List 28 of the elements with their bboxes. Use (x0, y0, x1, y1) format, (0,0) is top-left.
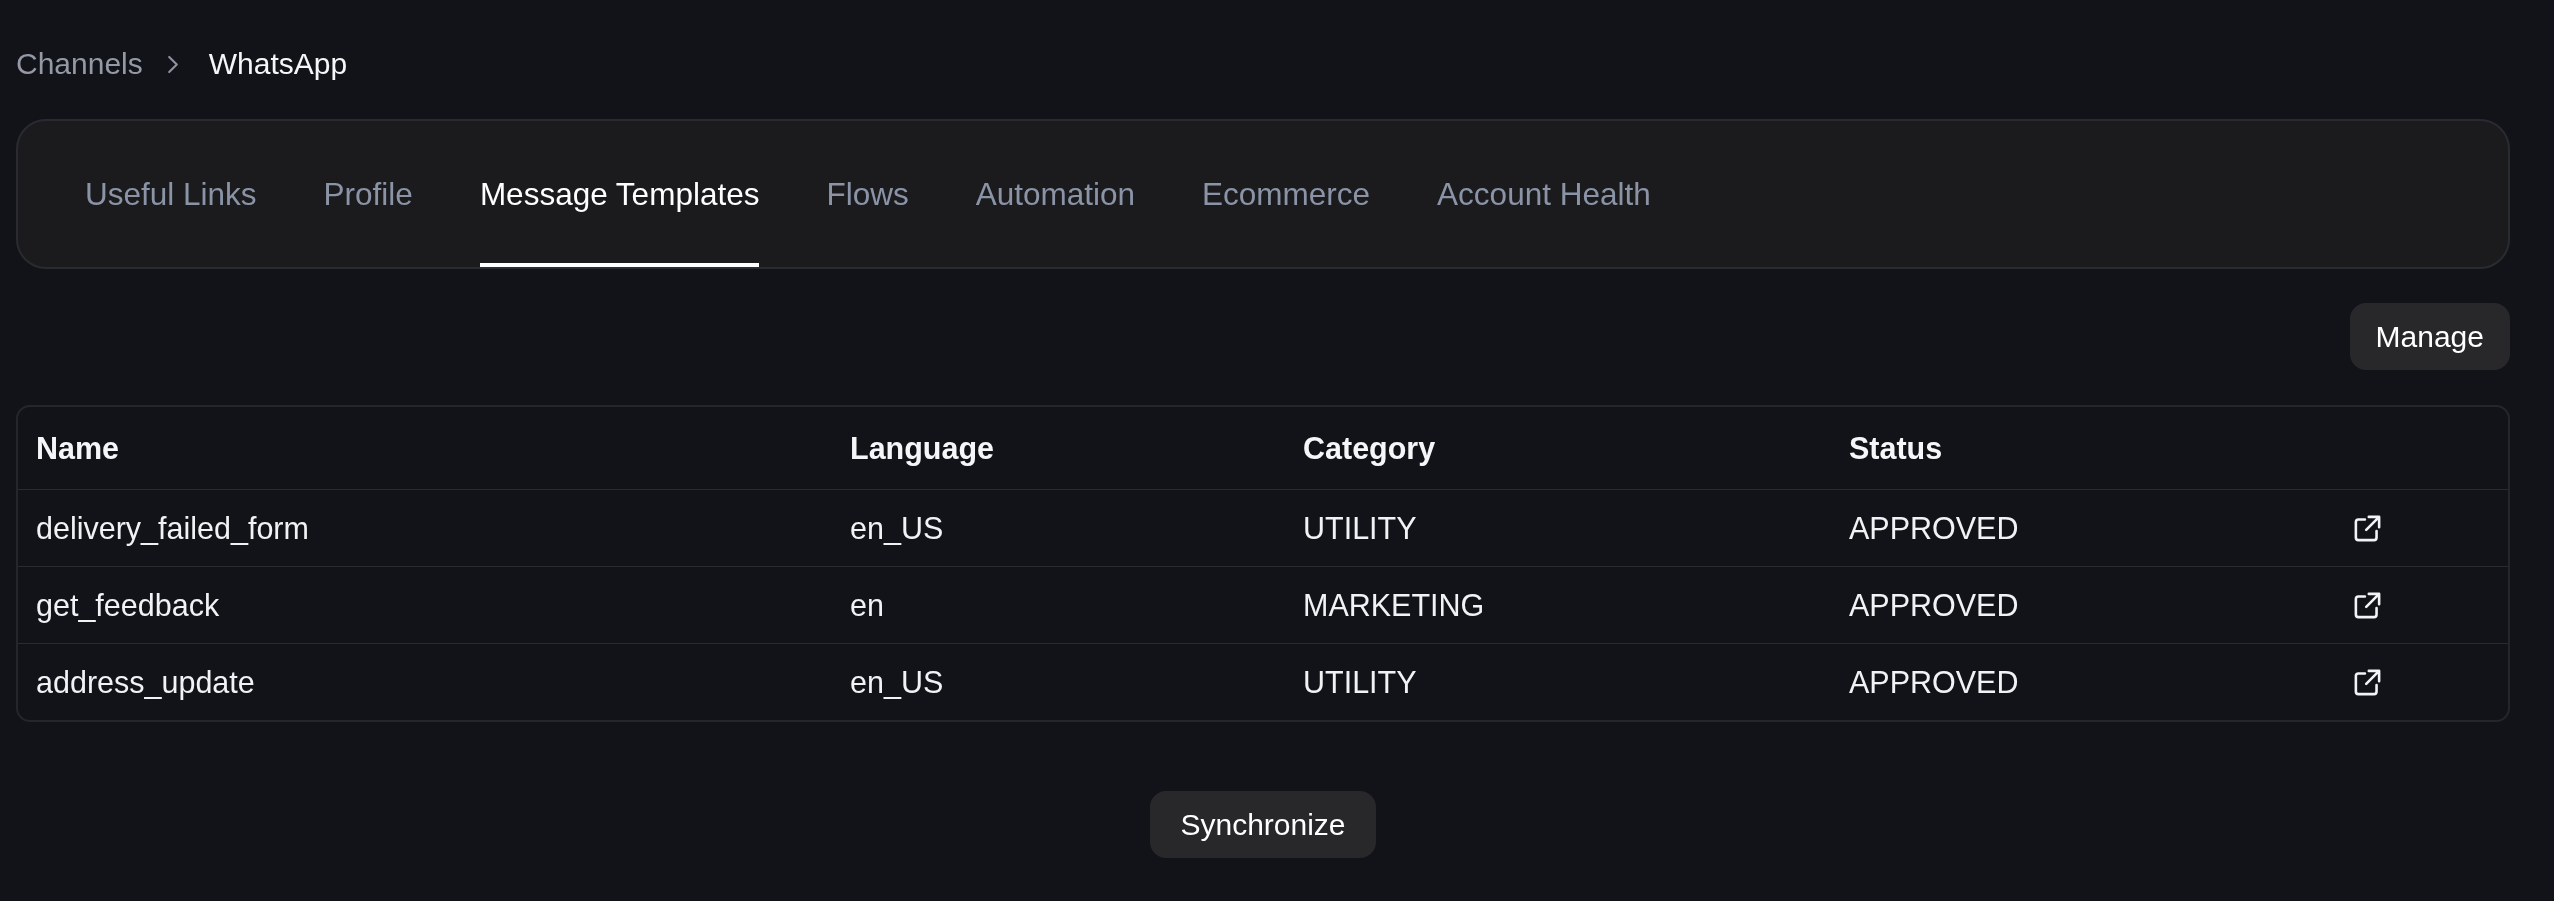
breadcrumb-current: WhatsApp (208, 47, 348, 81)
table-cell-text: en_US (849, 510, 944, 546)
synchronize-button[interactable]: Synchronize (1150, 791, 1376, 858)
breadcrumb-link[interactable]: Channels (16, 47, 143, 81)
tab[interactable]: Useful Links (85, 121, 257, 267)
table-cell-text: APPROVED (1848, 587, 2019, 623)
table-cell-text: address_update (35, 664, 255, 700)
column-header: Status (1848, 430, 1943, 466)
tab[interactable]: Account Health (1437, 121, 1651, 267)
chevron-right-icon (166, 54, 179, 74)
table-cell-text: en (849, 587, 884, 623)
tab[interactable]: Profile (323, 121, 413, 267)
table-cell-text: get_feedback (35, 587, 220, 623)
table-cell-text: UTILITY (1302, 664, 1417, 700)
column-header: Language (849, 430, 995, 466)
table-cell-text: APPROVED (1848, 510, 2019, 546)
table-cell-text: MARKETING (1302, 587, 1485, 623)
tab[interactable]: Ecommerce (1202, 121, 1371, 267)
table-cell-text: en_US (849, 664, 944, 700)
column-header: Category (1302, 430, 1436, 466)
manage-button[interactable]: Manage (2349, 303, 2510, 370)
table-cell-text: APPROVED (1848, 664, 2019, 700)
tab[interactable]: Automation (975, 121, 1136, 267)
table-cell-text: UTILITY (1302, 510, 1417, 546)
table-cell-text: delivery_failed_form (35, 510, 309, 546)
tab[interactable]: Message Templates (479, 121, 760, 267)
column-header: Name (35, 430, 120, 466)
tab[interactable]: Flows (826, 121, 909, 267)
